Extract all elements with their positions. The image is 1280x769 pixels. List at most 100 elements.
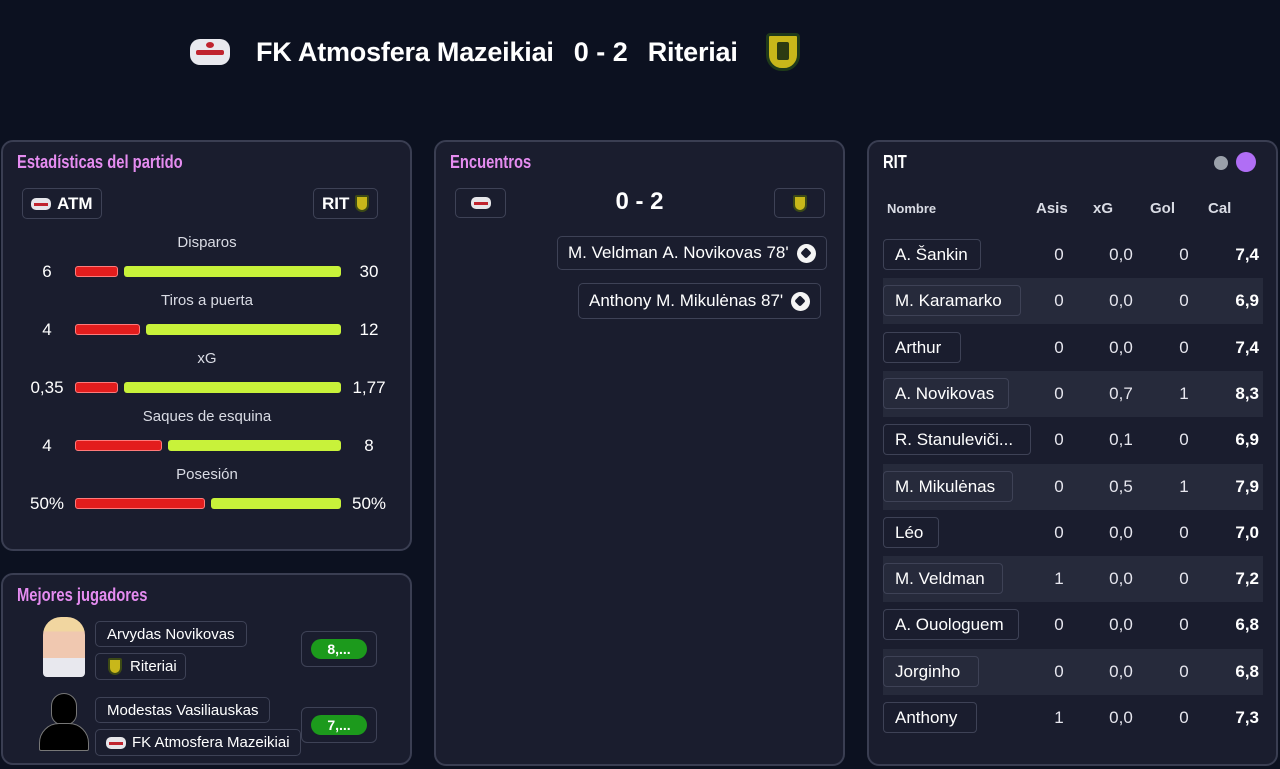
stat-home-bar <box>75 382 118 393</box>
col-header-xg[interactable]: xG <box>1093 200 1113 217</box>
player-name-chip[interactable]: R. Stanuleviči... <box>883 424 1031 455</box>
away-crest-chip[interactable] <box>774 188 825 218</box>
table-row[interactable]: Anthony 1 0,0 0 7,3 <box>883 695 1263 741</box>
player-name-chip[interactable]: M. Veldman <box>883 563 1003 594</box>
player-rating: 6,8 <box>1235 662 1259 681</box>
player-assists: 0 <box>1054 384 1064 403</box>
player-name-chip[interactable]: Léo <box>883 517 939 548</box>
goal-event[interactable]: Anthony M. Mikulėnas 87' <box>578 283 822 319</box>
team-players-panel: RIT Nombre Asis xG Gol Cal A. Šankin 0 0,0… <box>867 140 1278 766</box>
player-assists: 0 <box>1054 245 1064 264</box>
away-team-chip[interactable]: RIT <box>313 188 379 219</box>
player-name-chip[interactable]: Arthur <box>883 332 961 363</box>
best-player-team-chip[interactable]: Riteriai <box>95 653 186 680</box>
team-toggle-away[interactable] <box>1236 152 1256 172</box>
player-name-chip[interactable]: M. Karamarko <box>883 285 1021 316</box>
player-goals: 1 <box>1179 384 1189 403</box>
col-header-name[interactable]: Nombre <box>887 201 936 216</box>
player-rating: 8,3 <box>1235 384 1259 403</box>
away-team-name: Riteriai <box>647 36 738 67</box>
stat-label: Saques de esquina <box>142 408 272 425</box>
table-row[interactable]: A. Ouologuem 0 0,0 0 6,8 <box>883 602 1263 648</box>
player-xg: 0,7 <box>1109 384 1133 403</box>
stat-home-value: 4 <box>42 436 52 455</box>
table-row[interactable]: Arthur 0 0,0 0 7,4 <box>883 325 1263 371</box>
player-name: M. Veldman <box>895 568 985 588</box>
home-team-chip[interactable]: ATM <box>22 188 102 219</box>
best-player-name: Modestas Vasiliauskas <box>107 701 259 719</box>
col-header-assists[interactable]: Asis <box>1036 200 1068 217</box>
col-header-rating[interactable]: Cal <box>1208 200 1231 217</box>
table-row[interactable]: R. Stanuleviči... 0 0,1 0 6,9 <box>883 417 1263 463</box>
best-player-team-chip[interactable]: FK Atmosfera Mazeikiai <box>95 729 301 756</box>
stat-label: xG <box>197 350 217 367</box>
best-player-rating: 7,... <box>311 715 367 735</box>
player-rating: 7,9 <box>1235 477 1259 496</box>
table-row[interactable]: M. Mikulėnas 0 0,5 1 7,9 <box>883 464 1263 510</box>
player-name: Jorginho <box>895 661 961 681</box>
stat-home-bar <box>75 324 140 335</box>
table-row[interactable]: M. Karamarko 0 0,0 0 6,9 <box>883 278 1263 324</box>
best-players-panel: Mejores jugadores Arvydas Novikovas Rite… <box>1 573 412 765</box>
goal-minute: 78' <box>766 243 789 262</box>
player-goals: 0 <box>1179 291 1189 310</box>
player-name-chip[interactable]: Anthony <box>883 702 977 733</box>
best-player-name-chip[interactable]: Arvydas Novikovas <box>95 621 247 647</box>
player-name-chip[interactable]: M. Mikulėnas <box>883 471 1013 502</box>
stat-label: Disparos <box>177 234 237 251</box>
player-rating: 6,9 <box>1235 430 1259 449</box>
goal-event[interactable]: M. Veldman A. Novikovas 78' <box>557 236 827 270</box>
goal-scorer: A. Novikovas <box>662 243 762 262</box>
football-icon <box>791 291 811 311</box>
player-rating: 7,3 <box>1235 708 1259 727</box>
player-assists: 1 <box>1054 569 1064 588</box>
player-name: A. Ouologuem <box>895 614 1004 634</box>
player-name-chip[interactable]: A. Šankin <box>883 239 981 270</box>
player-goals: 0 <box>1179 338 1189 357</box>
player-rating: 7,2 <box>1235 569 1259 588</box>
team-toggle-home[interactable] <box>1214 156 1228 170</box>
match-header: FK Atmosfera Mazeikiai 0 - 2 Riteriai <box>190 30 800 74</box>
stat-home-value: 6 <box>42 262 52 281</box>
player-rating: 7,0 <box>1235 523 1259 542</box>
player-name: Anthony <box>895 707 958 727</box>
player-goals: 0 <box>1179 708 1189 727</box>
table-row[interactable]: A. Novikovas 0 0,7 1 8,3 <box>883 371 1263 417</box>
atm-crest-icon <box>31 197 51 210</box>
stat-away-bar <box>168 440 341 451</box>
match-stats-title: Estadísticas del partido <box>17 152 183 172</box>
encounters-panel: Encuentros 0 - 2 M. Veldman A. Novikovas… <box>434 140 845 766</box>
table-row[interactable]: M. Veldman 1 0,0 0 7,2 <box>883 556 1263 602</box>
stat-row: Tiros a puerta 4 12 <box>3 292 411 342</box>
player-goals: 0 <box>1179 615 1189 634</box>
rit-crest-icon <box>355 195 370 212</box>
player-avatar-placeholder-icon <box>39 693 89 751</box>
player-name-chip[interactable]: Jorginho <box>883 656 979 687</box>
atm-crest-icon <box>106 736 126 749</box>
player-name: A. Novikovas <box>895 383 995 403</box>
player-assists: 0 <box>1054 291 1064 310</box>
table-row[interactable]: A. Šankin 0 0,0 0 7,4 <box>883 232 1263 278</box>
best-players-title: Mejores jugadores <box>17 585 148 605</box>
table-row[interactable]: Léo 0 0,0 0 7,0 <box>883 510 1263 556</box>
table-row[interactable]: Jorginho 0 0,0 0 6,8 <box>883 649 1263 695</box>
stat-label: Posesión <box>176 466 238 483</box>
player-name-chip[interactable]: A. Ouologuem <box>883 609 1019 640</box>
stat-home-bar <box>75 440 162 451</box>
best-player-name-chip[interactable]: Modestas Vasiliauskas <box>95 697 271 723</box>
player-name-chip[interactable]: A. Novikovas <box>883 378 1009 409</box>
player-goals: 0 <box>1179 245 1189 264</box>
player-assists: 0 <box>1054 430 1064 449</box>
rit-crest-icon <box>792 194 807 212</box>
goal-assist: M. Veldman <box>568 243 658 262</box>
player-xg: 0,0 <box>1109 569 1133 588</box>
best-player-rating-box: 7,... <box>301 707 377 743</box>
col-header-goals[interactable]: Gol <box>1150 200 1175 217</box>
player-goals: 0 <box>1179 569 1189 588</box>
best-player-rating-box: 8,... <box>301 631 377 667</box>
player-rating: 7,4 <box>1235 338 1259 357</box>
stat-row: Disparos 6 30 <box>3 234 411 284</box>
player-name: M. Karamarko <box>895 290 1002 310</box>
stat-away-bar <box>211 498 341 509</box>
player-assists: 0 <box>1054 338 1064 357</box>
